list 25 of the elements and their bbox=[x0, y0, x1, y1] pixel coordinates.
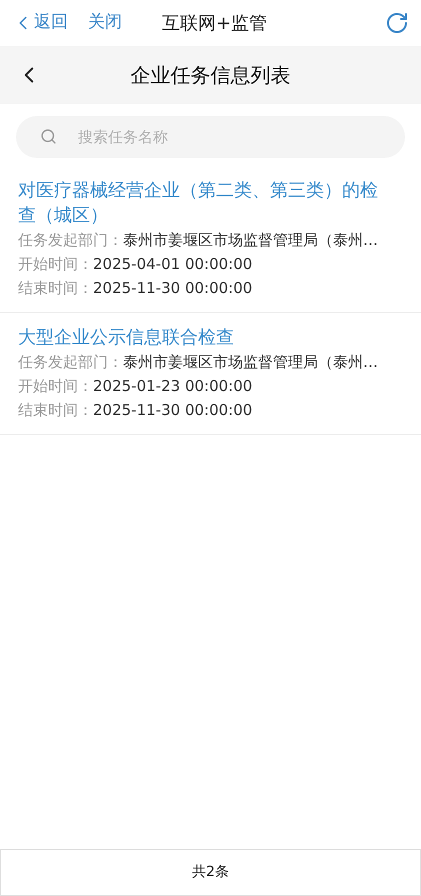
field-label: 开始时间： bbox=[18, 254, 93, 275]
total-count: 共2条 bbox=[192, 863, 229, 882]
field-label: 任务发起部门： bbox=[18, 352, 123, 373]
field-value: 2025-01-23 00:00:00 bbox=[93, 376, 252, 397]
close-button[interactable]: 关闭 bbox=[88, 10, 122, 36]
field-label: 任务发起部门： bbox=[18, 230, 123, 251]
refresh-button[interactable] bbox=[385, 11, 409, 35]
field-label: 结束时间： bbox=[18, 278, 93, 299]
field-value: 泰州市姜堰区市场监督管理局（泰州… bbox=[123, 352, 378, 373]
task-title: 大型企业公示信息联合检查 bbox=[18, 326, 235, 350]
field-value: 2025-04-01 00:00:00 bbox=[93, 254, 252, 275]
field-value: 2025-11-30 00:00:00 bbox=[93, 278, 252, 299]
search-field[interactable]: 搜索任务名称 bbox=[16, 116, 405, 158]
field-label: 结束时间： bbox=[18, 400, 93, 421]
task-item[interactable]: 对医疗器械经营企业（第二类、第三类）的检查（城区） 任务发起部门：泰州市姜堰区市场监督管理局（泰州… 开始时间：2025-04-01 00:00:00 结束时间：2025-11-30 00:00:00 bbox=[0, 166, 421, 313]
task-title: 对医疗器械经营企业（第二类、第三类）的检查（城区） bbox=[18, 179, 379, 228]
search-icon bbox=[40, 128, 57, 145]
field-label: 开始时间： bbox=[18, 376, 93, 397]
app-title: 互联网+监管 bbox=[162, 12, 268, 36]
back-button[interactable]: 返回 bbox=[12, 10, 68, 36]
field-value: 泰州市姜堰区市场监督管理局（泰州… bbox=[123, 230, 378, 251]
field-value: 2025-11-30 00:00:00 bbox=[93, 400, 252, 421]
refresh-icon bbox=[385, 11, 409, 35]
task-item[interactable]: 大型企业公示信息联合检查 任务发起部门：泰州市姜堰区市场监督管理局（泰州… 开始时间：2025-01-23 00:00:00 结束时间：2025-11-30 00:00:00 bbox=[0, 313, 421, 435]
page-title: 企业任务信息列表 bbox=[130, 62, 290, 89]
